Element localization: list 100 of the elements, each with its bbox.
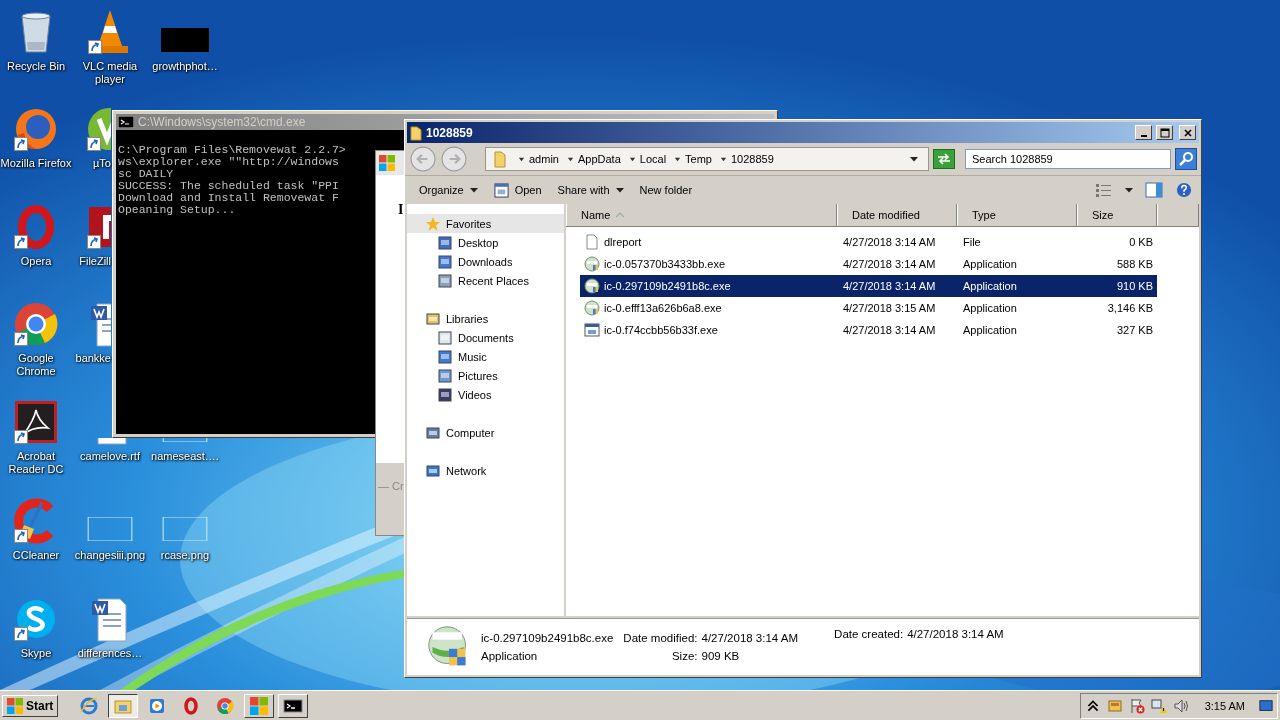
desktop-shortcut[interactable]: Recycle Bin xyxy=(0,8,74,73)
minimize-button[interactable] xyxy=(1135,125,1152,140)
caret-icon xyxy=(518,155,525,163)
console-line: ws\explorer.exe ""http://windows xyxy=(118,156,339,168)
breadcrumb-item[interactable]: admin xyxy=(529,153,559,165)
breadcrumb-item[interactable]: Temp xyxy=(685,153,712,165)
terminal-icon xyxy=(118,116,134,128)
field-label: Date modified: xyxy=(623,632,698,644)
nav-item[interactable]: Network xyxy=(407,461,564,480)
dropdown-caret-icon[interactable] xyxy=(910,155,918,163)
nav-item[interactable]: Music xyxy=(407,347,564,366)
desktop-shortcut[interactable]: Google Chrome xyxy=(0,300,74,378)
search-icon xyxy=(1178,151,1194,167)
window-title: 1028859 xyxy=(426,125,473,140)
desktop-shortcut[interactable]: camelove.rtf xyxy=(72,438,148,463)
nav-item-icon xyxy=(437,367,453,384)
clock[interactable]: 3:15 AM xyxy=(1204,699,1245,712)
windows-logo-icon xyxy=(7,697,23,714)
dialog-text: I xyxy=(398,202,404,217)
caret-icon xyxy=(615,186,624,194)
date-cell-text: 4/27/2018 3:14 AM xyxy=(842,280,937,292)
shortcut-arrow-icon xyxy=(87,137,101,151)
refresh-button[interactable] xyxy=(933,149,955,169)
size-cell-text: 3,146 KB xyxy=(1106,302,1154,314)
breadcrumb-item[interactable]: AppData xyxy=(577,153,621,165)
nav-item[interactable]: Desktop xyxy=(407,233,564,252)
desktop-shortcut[interactable]: Acrobat Reader DC xyxy=(0,398,74,476)
file-row[interactable]: ic-0.f74ccbb56b33f.exe 4/27/2018 3:14 AM Application 327 KB xyxy=(580,319,1157,341)
toolbar-button[interactable]: Open xyxy=(487,179,548,201)
type-cell-text: Application xyxy=(962,280,1018,292)
nav-item[interactable]: Documents xyxy=(407,328,564,347)
file-row[interactable]: ic-0.057370b3433bb.exe 4/27/2018 3:14 AM Application 588 KB xyxy=(580,253,1157,275)
type-cell-text: Application xyxy=(962,324,1018,336)
desktop-shortcut[interactable]: CCleaner xyxy=(0,497,74,562)
speaker-icon[interactable] xyxy=(1172,697,1189,714)
search-button[interactable] xyxy=(1175,148,1197,170)
desktop-shortcut[interactable]: Mozilla Firefox xyxy=(0,105,74,170)
nav-item[interactable]: Recent Places xyxy=(407,271,564,290)
windows-logo-icon xyxy=(379,155,395,171)
caret-icon xyxy=(469,186,478,194)
show-desktop-icon[interactable] xyxy=(1259,697,1273,714)
program-window-icon xyxy=(584,322,600,338)
desktop-shortcut[interactable]: changesiii.png xyxy=(72,497,148,562)
nav-item[interactable]: Computer xyxy=(407,423,564,442)
refresh-arrows-icon xyxy=(936,152,952,166)
address-bar[interactable]: admin AppData Local Temp 1028859 xyxy=(485,147,929,171)
search-field[interactable]: Search 1028859 xyxy=(965,149,1171,169)
desktop-shortcut[interactable]: Opera xyxy=(0,203,74,268)
help-icon[interactable] xyxy=(1175,182,1193,198)
toolbar-button[interactable]: Organize xyxy=(413,181,484,199)
toolbar-button[interactable]: New folder xyxy=(633,181,699,199)
window-title: C:\Windows\system32\cmd.exe xyxy=(138,115,306,129)
column-header[interactable]: Size xyxy=(1077,204,1157,226)
file-row[interactable]: dlreport 4/27/2018 3:14 AM File 0 KB xyxy=(580,231,1157,253)
maximize-button[interactable] xyxy=(1156,125,1173,140)
nav-item-icon xyxy=(437,272,453,289)
file-row[interactable]: ic-0.efff13a626b6a8.exe 4/27/2018 3:15 AM Application 3,146 KB xyxy=(580,297,1157,319)
console-line: C:\Program Files\Removewat 2.2.7> xyxy=(118,144,346,156)
view-list-icon[interactable] xyxy=(1095,182,1113,198)
date-cell-text: 4/27/2018 3:14 AM xyxy=(842,324,937,336)
caret-icon[interactable] xyxy=(1125,186,1133,194)
nav-item[interactable]: Downloads xyxy=(407,252,564,271)
browser-ball-icon xyxy=(12,300,60,348)
toolbar-button[interactable]: Share with xyxy=(551,181,630,199)
column-header[interactable]: Name xyxy=(566,204,837,226)
thumbnail-icon xyxy=(161,28,209,52)
windows-logo-icon xyxy=(249,695,270,716)
column-header[interactable]: Date modified xyxy=(837,204,957,226)
browser-e-icon xyxy=(79,695,100,716)
close-button[interactable] xyxy=(1179,125,1196,140)
maximize-icon xyxy=(1159,127,1170,138)
file-row[interactable]: ic-0.297109b2491b8c.exe 4/27/2018 3:14 AM Application 910 KB xyxy=(580,275,1157,297)
desktop-shortcut[interactable]: Skype xyxy=(0,595,74,660)
nav-item-icon xyxy=(425,424,441,441)
nav-item[interactable]: Videos xyxy=(407,385,564,404)
installer-icon xyxy=(584,278,600,294)
installer-icon xyxy=(584,256,600,272)
nav-item[interactable]: Libraries xyxy=(407,309,564,328)
network-warning-icon[interactable] xyxy=(1150,697,1167,714)
taskbar-button[interactable] xyxy=(108,693,139,718)
caret-icon xyxy=(674,155,682,163)
field-value: 909 KB xyxy=(701,650,741,662)
caret-icon xyxy=(628,155,636,163)
star-icon xyxy=(425,215,441,232)
column-header[interactable]: Type xyxy=(957,204,1077,226)
desktop-shortcut[interactable]: VLC media player xyxy=(72,8,148,86)
desktop-shortcut[interactable]: growthphot… xyxy=(147,8,223,73)
flag-warning-icon[interactable] xyxy=(1128,697,1145,714)
start-button[interactable]: Start xyxy=(2,694,59,717)
nav-item[interactable]: Pictures xyxy=(407,366,564,385)
file-name: dlreport xyxy=(604,236,642,248)
type-cell-text: Application xyxy=(962,302,1018,314)
breadcrumb-item[interactable]: Local xyxy=(639,153,667,165)
file-name: ic-0.297109b2491b8c.exe xyxy=(481,632,614,644)
preview-pane-icon[interactable] xyxy=(1145,182,1163,198)
field-label: Size: xyxy=(670,650,698,662)
file-type: Application xyxy=(481,650,539,662)
nav-item[interactable]: Favorites xyxy=(407,214,564,233)
console-line: SUCCESS: The scheduled task "PPI xyxy=(118,180,339,192)
breadcrumb-item[interactable]: 1028859 xyxy=(731,153,774,165)
